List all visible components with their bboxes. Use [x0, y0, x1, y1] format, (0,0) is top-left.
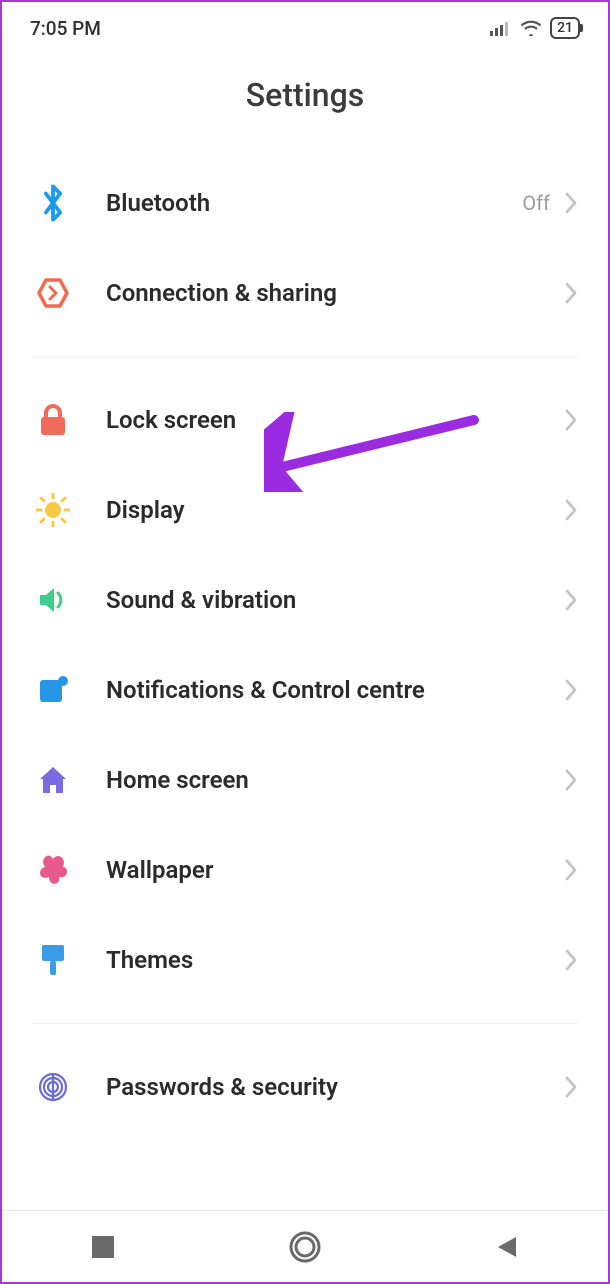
chevron-right-icon: [564, 498, 578, 522]
chevron-right-icon: [564, 408, 578, 432]
wifi-icon: [520, 20, 542, 36]
battery-icon: 21: [550, 17, 580, 39]
fingerprint-icon: [32, 1066, 74, 1108]
chevron-right-icon: [564, 588, 578, 612]
settings-row-lock-screen[interactable]: Lock screen: [2, 375, 608, 465]
row-label: Bluetooth: [106, 189, 522, 217]
chevron-right-icon: [564, 678, 578, 702]
status-icons: 21: [490, 17, 580, 39]
square-icon: [90, 1234, 116, 1260]
settings-row-passwords-security[interactable]: Passwords & security: [2, 1042, 608, 1132]
section-divider: [32, 356, 578, 357]
row-label: Notifications & Control centre: [106, 676, 564, 704]
row-label: Lock screen: [106, 406, 564, 434]
home-icon: [32, 759, 74, 801]
chevron-right-icon: [564, 768, 578, 792]
share-hex-icon: [32, 272, 74, 314]
brush-icon: [32, 939, 74, 981]
settings-row-notifications[interactable]: Notifications & Control centre: [2, 645, 608, 735]
chevron-right-icon: [564, 1075, 578, 1099]
bluetooth-icon: [32, 182, 74, 224]
sun-icon: [32, 489, 74, 531]
nav-recent-button[interactable]: [43, 1234, 163, 1260]
triangle-back-icon: [494, 1234, 520, 1260]
settings-row-sound-vibration[interactable]: Sound & vibration: [2, 555, 608, 645]
nav-back-button[interactable]: [447, 1234, 567, 1260]
chevron-right-icon: [564, 858, 578, 882]
row-label: Connection & sharing: [106, 279, 564, 307]
status-time: 7:05 PM: [30, 17, 101, 40]
flower-icon: [32, 849, 74, 891]
volume-icon: [32, 579, 74, 621]
row-label: Wallpaper: [106, 856, 564, 884]
row-label: Passwords & security: [106, 1073, 564, 1101]
row-label: Home screen: [106, 766, 564, 794]
settings-row-connection-sharing[interactable]: Connection & sharing: [2, 248, 608, 338]
nav-bar: [2, 1210, 608, 1282]
settings-list: BluetoothOff Connection & sharing Lock scr…: [2, 158, 608, 1132]
row-label: Display: [106, 496, 564, 524]
settings-row-themes[interactable]: Themes: [2, 915, 608, 1005]
chevron-right-icon: [564, 948, 578, 972]
status-bar: 7:05 PM 21: [2, 2, 608, 46]
lock-icon: [32, 399, 74, 441]
settings-row-bluetooth[interactable]: BluetoothOff: [2, 158, 608, 248]
chevron-right-icon: [564, 191, 578, 215]
settings-row-home-screen[interactable]: Home screen: [2, 735, 608, 825]
settings-row-wallpaper[interactable]: Wallpaper: [2, 825, 608, 915]
signal-icon: [490, 20, 512, 36]
row-label: Themes: [106, 946, 564, 974]
section-divider: [32, 1023, 578, 1024]
row-value: Off: [522, 191, 550, 215]
settings-row-display[interactable]: Display: [2, 465, 608, 555]
circle-icon: [288, 1230, 322, 1264]
badge-square-icon: [32, 669, 74, 711]
nav-home-button[interactable]: [245, 1230, 365, 1264]
row-label: Sound & vibration: [106, 586, 564, 614]
page-title: Settings: [2, 46, 608, 158]
chevron-right-icon: [564, 281, 578, 305]
